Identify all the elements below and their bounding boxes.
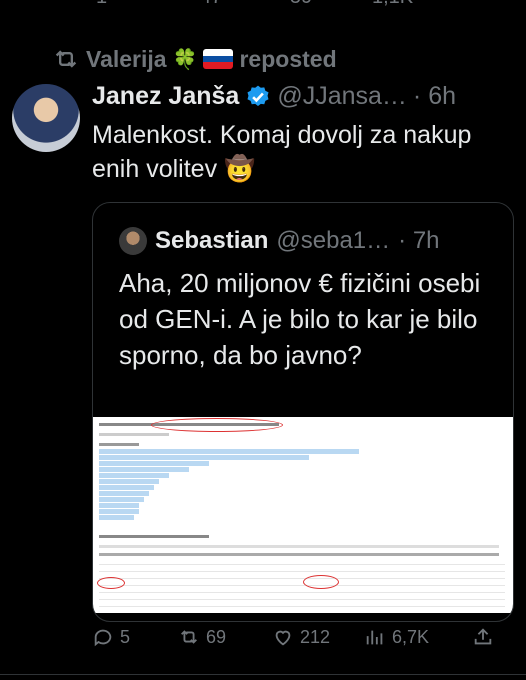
repost-count: 69	[206, 626, 227, 647]
repost-icon	[55, 50, 77, 68]
quoted-handle: @seba1…	[276, 227, 391, 254]
quoted-avatar	[119, 227, 147, 255]
quoted-tweet[interactable]: Sebastian @seba1… · 7h Aha, 20 miljonov …	[92, 202, 514, 622]
prev-view-count[interactable]: 1,1K	[372, 0, 413, 9]
reply-button[interactable]: 5	[92, 626, 130, 648]
tweet-divider	[0, 674, 526, 675]
slovenia-flag-icon	[203, 49, 234, 69]
view-count: 6,7K	[392, 626, 430, 647]
quoted-text: Aha, 20 miljonov € fizičini osebi od GEN…	[119, 268, 481, 370]
quoted-time: · 7h	[398, 227, 440, 254]
repost-button[interactable]: 69	[178, 626, 226, 648]
repost-context: Valerija 🍀 reposted	[52, 44, 337, 74]
tweet-time[interactable]: · 6h	[413, 82, 456, 111]
analytics-icon	[366, 630, 383, 645]
share-button[interactable]	[472, 626, 494, 648]
clover-emoji: 🍀	[172, 48, 198, 71]
quoted-header: Sebastian @seba1… · 7h	[119, 227, 440, 255]
tweet-header: Janez Janša @JJansa… · 6h	[92, 82, 456, 111]
share-icon	[474, 628, 492, 645]
prev-like-count[interactable]: 59	[290, 0, 312, 9]
reply-icon	[94, 629, 112, 647]
attached-screenshot-image[interactable]	[93, 417, 513, 613]
reposter-name[interactable]: Valerija	[86, 46, 167, 73]
quoted-author-name: Sebastian	[155, 227, 269, 254]
author-avatar[interactable]	[12, 84, 80, 152]
tweet-actions: 5 69 212 6,7K	[92, 622, 512, 656]
prev-reply-count[interactable]: 1	[96, 0, 107, 9]
tweet-text: Malenkost. Komaj dovolj za nakup enih vo…	[92, 121, 472, 183]
like-count: 212	[300, 626, 331, 647]
reply-count: 5	[120, 626, 131, 647]
verified-badge-icon	[247, 85, 269, 106]
author-handle[interactable]: @JJansa…	[277, 82, 407, 111]
repost-icon	[181, 630, 197, 644]
author-name[interactable]: Janez Janša	[92, 82, 239, 111]
like-button[interactable]: 212	[272, 626, 330, 648]
heart-icon	[275, 630, 291, 646]
views-button[interactable]: 6,7K	[364, 626, 429, 648]
prev-repost-count[interactable]: 47	[200, 0, 222, 9]
repost-label: reposted	[239, 45, 337, 72]
previous-tweet-actions: 1 47 59 1,1K	[0, 0, 526, 10]
